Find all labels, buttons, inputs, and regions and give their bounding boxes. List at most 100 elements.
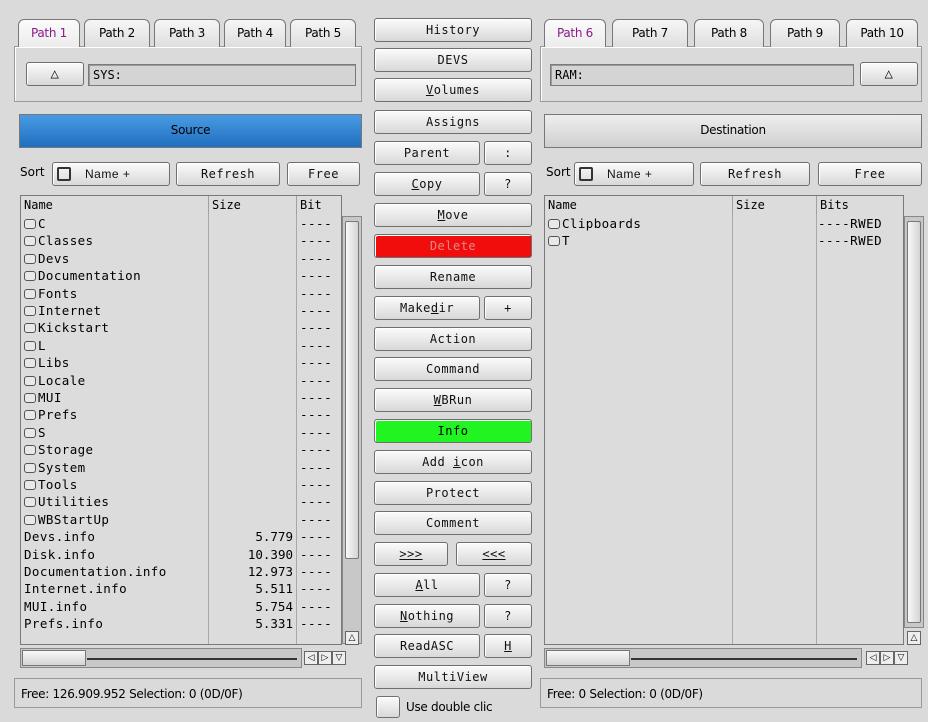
left-tab-5[interactable]: Path 5 — [290, 19, 356, 47]
list-item[interactable]: Documentation.info 12.973 ---- — [21, 563, 341, 580]
left-scroll-right-icon[interactable]: ▷ — [318, 651, 332, 665]
left-file-list[interactable]: Name Size Bit C ---- Classes ---- Devs ---- Do… — [20, 195, 342, 645]
left-col-name[interactable]: Name — [21, 196, 209, 214]
list-item[interactable]: Clipboards ----RWED — [545, 215, 903, 232]
left-tab-2[interactable]: Path 2 — [84, 19, 150, 47]
action-button[interactable]: Action — [374, 327, 532, 351]
comment-button[interactable]: Comment — [374, 511, 532, 535]
right-tab-6[interactable]: Path 6 — [544, 19, 606, 47]
left-parent-button[interactable]: △ — [26, 62, 84, 86]
copy-to-right-button[interactable]: >>> — [374, 542, 448, 566]
command-button[interactable]: Command — [374, 357, 532, 381]
list-item[interactable]: Tools ---- — [21, 476, 341, 493]
list-item[interactable]: Classes ---- — [21, 232, 341, 249]
left-tab-1[interactable]: Path 1 — [18, 19, 80, 47]
select-all-button[interactable]: All — [374, 573, 480, 597]
right-col-name[interactable]: Name — [545, 196, 733, 214]
history-button[interactable]: History — [374, 18, 532, 42]
left-path-field[interactable]: SYS: — [88, 64, 356, 86]
list-item[interactable]: S ---- — [21, 424, 341, 441]
devs-button[interactable]: DEVS — [374, 48, 532, 72]
list-item[interactable]: Prefs.info 5.331 ---- — [21, 615, 341, 632]
right-file-list[interactable]: Name Size Bits Clipboards ----RWED T ----RW… — [544, 195, 904, 645]
right-scroll-down-icon[interactable]: ▽ — [894, 651, 908, 665]
right-col-bits[interactable]: Bits — [817, 196, 903, 214]
list-item[interactable]: Fonts ---- — [21, 285, 341, 302]
list-item[interactable]: WBStartUp ---- — [21, 511, 341, 528]
right-scroll-left-icon[interactable]: ◁ — [866, 651, 880, 665]
right-hscroll-thumb[interactable] — [546, 650, 630, 666]
wbrun-button[interactable]: W BRun — [374, 388, 532, 412]
right-scroll-up-icon[interactable]: △ — [907, 631, 921, 645]
list-item[interactable]: L ---- — [21, 337, 341, 354]
protect-button[interactable]: Protect — [374, 481, 532, 505]
right-col-size[interactable]: Size — [733, 196, 817, 214]
left-horizontal-scrollbar[interactable] — [20, 648, 302, 668]
makedir-plus-button[interactable]: + — [484, 296, 532, 320]
right-path-field[interactable]: RAM: — [550, 64, 854, 86]
double-click-checkbox[interactable] — [376, 696, 400, 718]
multiview-button[interactable]: MultiView — [374, 665, 532, 689]
left-scroll-left-icon[interactable]: ◁ — [304, 651, 318, 665]
left-sort-button[interactable]: Name + — [52, 162, 170, 186]
assigns-button[interactable]: Assigns — [374, 110, 532, 134]
list-item[interactable]: Libs ---- — [21, 354, 341, 371]
list-item[interactable]: Devs ---- — [21, 250, 341, 267]
list-item[interactable]: Internet ---- — [21, 302, 341, 319]
copy-button[interactable]: Copy — [374, 172, 480, 196]
left-vscroll-thumb[interactable] — [345, 221, 359, 559]
list-item[interactable]: MUI.info 5.754 ---- — [21, 598, 341, 615]
list-item[interactable]: Storage ---- — [21, 441, 341, 458]
readasc-button[interactable]: ReadASC — [374, 634, 480, 658]
list-item[interactable]: MUI ---- — [21, 389, 341, 406]
left-tab-3[interactable]: Path 3 — [154, 19, 220, 47]
list-item[interactable]: Devs.info 5.779 ---- — [21, 528, 341, 545]
deselect-pattern-button[interactable]: ? — [484, 604, 532, 628]
left-refresh-button[interactable]: Refresh — [176, 162, 280, 186]
left-tab-4[interactable]: Path 4 — [224, 19, 286, 47]
list-item[interactable]: C ---- — [21, 215, 341, 232]
list-item[interactable]: T ----RWED — [545, 232, 903, 249]
add-icon-button[interactable]: Add i con — [374, 450, 532, 474]
list-item[interactable]: Internet.info 5.511 ---- — [21, 580, 341, 597]
list-item[interactable]: Kickstart ---- — [21, 319, 341, 336]
right-tab-10[interactable]: Path 10 — [846, 19, 918, 47]
right-scroll-right-icon[interactable]: ▷ — [880, 651, 894, 665]
right-horizontal-scrollbar[interactable] — [544, 648, 862, 668]
right-refresh-button[interactable]: Refresh — [700, 162, 810, 186]
left-hscroll-thumb[interactable] — [22, 650, 86, 666]
left-col-size[interactable]: Size — [209, 196, 297, 214]
copy-options-button[interactable]: ? — [484, 172, 532, 196]
left-free-button[interactable]: Free — [287, 162, 360, 186]
list-item[interactable]: Locale ---- — [21, 372, 341, 389]
list-item[interactable]: Prefs ---- — [21, 406, 341, 423]
right-free-button[interactable]: Free — [818, 162, 922, 186]
right-tab-8[interactable]: Path 8 — [694, 19, 764, 47]
parent-button[interactable]: Parent — [374, 141, 480, 165]
left-scroll-up-icon[interactable]: △ — [345, 631, 359, 645]
move-button[interactable]: Move — [374, 203, 532, 227]
select-nothing-button[interactable]: Nothing — [374, 604, 480, 628]
rename-button[interactable]: Rename — [374, 265, 532, 289]
left-scroll-down-icon[interactable]: ▽ — [332, 651, 346, 665]
list-item[interactable]: Documentation ---- — [21, 267, 341, 284]
right-sort-button[interactable]: Name + — [574, 162, 694, 186]
right-vertical-scrollbar[interactable] — [904, 216, 924, 628]
makedir-button[interactable]: Make d ir — [374, 296, 480, 320]
delete-button[interactable]: Delete — [374, 234, 532, 258]
list-item[interactable]: Disk.info 10.390 ---- — [21, 546, 341, 563]
list-item[interactable]: Utilities ---- — [21, 493, 341, 510]
copy-to-left-button[interactable]: <<< — [456, 542, 532, 566]
right-tab-9[interactable]: Path 9 — [770, 19, 840, 47]
left-col-bits[interactable]: Bit — [297, 196, 341, 214]
left-vertical-scrollbar[interactable] — [342, 216, 362, 644]
root-button[interactable]: : — [484, 141, 532, 165]
right-tab-7[interactable]: Path 7 — [612, 19, 688, 47]
select-pattern-button[interactable]: ? — [484, 573, 532, 597]
right-parent-button[interactable]: △ — [860, 62, 918, 86]
hex-button[interactable]: H — [484, 634, 532, 658]
right-vscroll-thumb[interactable] — [907, 221, 921, 623]
list-item[interactable]: System ---- — [21, 459, 341, 476]
volumes-button[interactable]: Volumes — [374, 78, 532, 102]
info-button[interactable]: Info — [374, 419, 532, 443]
